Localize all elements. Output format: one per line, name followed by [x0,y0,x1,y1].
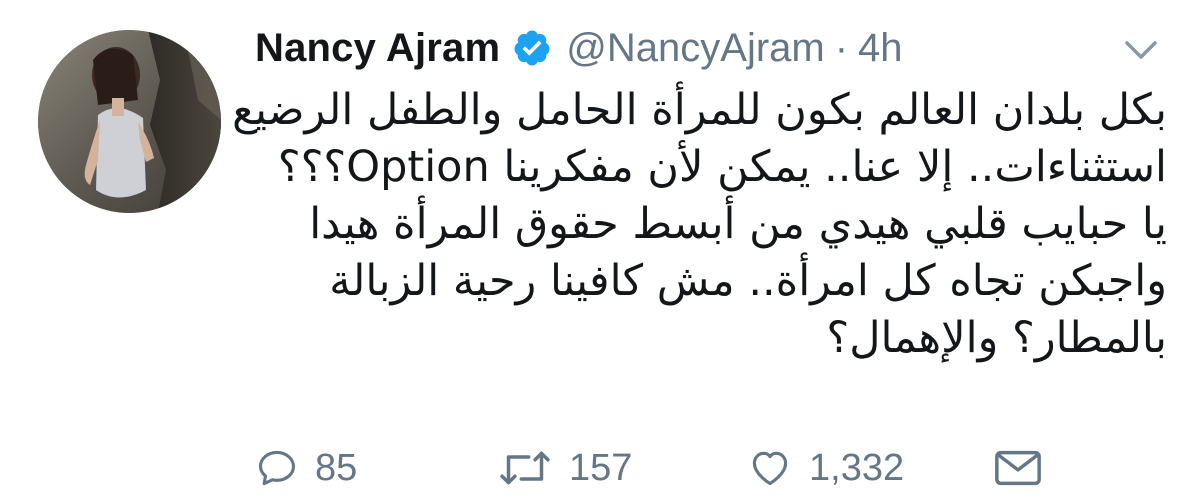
handle[interactable]: @NancyAjram [566,26,824,71]
separator-dot: · [834,25,849,70]
reply-count: 85 [315,446,358,489]
display-name[interactable]: Nancy Ajram [255,26,500,71]
timestamp[interactable]: 4h [858,26,903,71]
retweet-count: 157 [569,446,633,489]
chevron-down-icon[interactable] [1124,38,1158,62]
direct-message-button[interactable] [993,440,1043,496]
avatar-photo [38,30,221,213]
tweet-text-line: واجبكن تجاه كل امرأة.. مش كافينا رحية ال… [329,256,1167,306]
avatar[interactable] [38,30,221,213]
tweet-text-line: بالمطار؟ والإهمال؟ [826,313,1167,363]
heart-icon [752,451,788,486]
verified-badge-icon [512,28,552,68]
tweet-actions: 85 157 1,332 [255,440,1055,496]
tweet-text-line: يا حبايب قلبي هيدي من أبسط حقوق المرأة ه… [309,199,1167,249]
retweet-button[interactable]: 157 [497,440,632,496]
tweet-text-line: استثناءات.. إلا عنا.. يمكن لأن مفكرينا O… [277,142,1167,192]
like-button[interactable]: 1,332 [747,440,904,496]
tweet-text: بكل بلدان العالم بكون للمرأة الحامل والط… [232,82,1167,367]
envelope-icon [995,450,1041,486]
retweet-icon [500,451,550,485]
reply-icon [258,450,296,486]
like-count: 1,332 [809,446,905,489]
tweet-text-line: بكل بلدان العالم بكون للمرأة الحامل والط… [232,85,1167,135]
tweet-header: Nancy Ajram @NancyAjram · 4h [255,22,903,74]
reply-button[interactable]: 85 [255,440,357,496]
tweet[interactable]: Nancy Ajram @NancyAjram · 4h بكل بلدان ا… [0,0,1200,503]
